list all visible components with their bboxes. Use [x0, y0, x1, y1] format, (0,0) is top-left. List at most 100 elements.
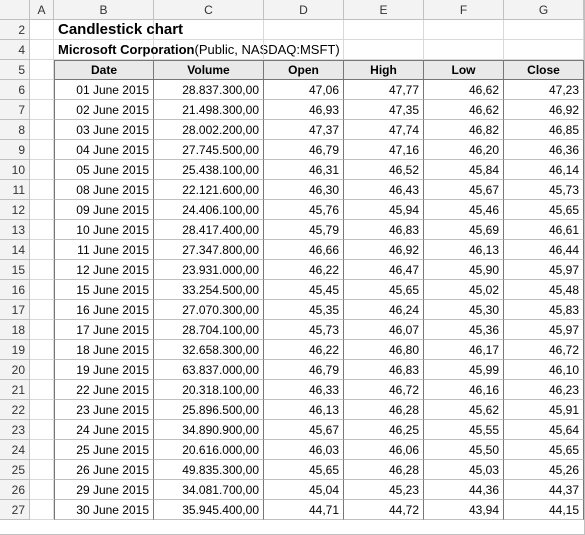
column-header-B[interactable]: B: [54, 0, 154, 20]
cell-blank[interactable]: [424, 20, 504, 40]
cell-blank[interactable]: [30, 500, 54, 520]
data-cell[interactable]: 20.616.000,00: [154, 440, 264, 460]
data-cell[interactable]: 20.318.100,00: [154, 380, 264, 400]
data-cell[interactable]: 27.745.500,00: [154, 140, 264, 160]
data-cell[interactable]: 02 June 2015: [54, 100, 154, 120]
row-header-8[interactable]: 8: [0, 120, 30, 140]
row-header-22[interactable]: 22: [0, 400, 30, 420]
data-cell[interactable]: 34.890.900,00: [154, 420, 264, 440]
data-cell[interactable]: 45,65: [264, 460, 344, 480]
data-cell[interactable]: 46,28: [344, 400, 424, 420]
data-cell[interactable]: 45,67: [264, 420, 344, 440]
data-cell[interactable]: 46,72: [504, 340, 584, 360]
data-cell[interactable]: 45,65: [344, 280, 424, 300]
data-cell[interactable]: 30 June 2015: [54, 500, 154, 520]
row-header-11[interactable]: 11: [0, 180, 30, 200]
row-header-10[interactable]: 10: [0, 160, 30, 180]
cell-blank[interactable]: [504, 20, 584, 40]
data-cell[interactable]: 46,44: [504, 240, 584, 260]
row-header-19[interactable]: 19: [0, 340, 30, 360]
data-cell[interactable]: 45,46: [424, 200, 504, 220]
data-cell[interactable]: 46,61: [504, 220, 584, 240]
data-cell[interactable]: 45,76: [264, 200, 344, 220]
data-cell[interactable]: 29 June 2015: [54, 480, 154, 500]
data-cell[interactable]: 12 June 2015: [54, 260, 154, 280]
cell-blank[interactable]: [30, 400, 54, 420]
data-cell[interactable]: 45,73: [504, 180, 584, 200]
data-cell[interactable]: 45,65: [504, 440, 584, 460]
row-header-12[interactable]: 12: [0, 200, 30, 220]
data-cell[interactable]: 46,47: [344, 260, 424, 280]
data-cell[interactable]: 46,80: [344, 340, 424, 360]
data-cell[interactable]: 47,35: [344, 100, 424, 120]
cell-blank[interactable]: [30, 100, 54, 120]
data-cell[interactable]: 46,03: [264, 440, 344, 460]
data-cell[interactable]: 22 June 2015: [54, 380, 154, 400]
data-cell[interactable]: 35.945.400,00: [154, 500, 264, 520]
data-cell[interactable]: 45,30: [424, 300, 504, 320]
data-cell[interactable]: 46,22: [264, 260, 344, 280]
data-cell[interactable]: 46,13: [264, 400, 344, 420]
cell-blank[interactable]: [154, 20, 264, 40]
data-cell[interactable]: 47,74: [344, 120, 424, 140]
cell-blank[interactable]: [30, 240, 54, 260]
row-header-26[interactable]: 26: [0, 480, 30, 500]
data-cell[interactable]: 46,82: [424, 120, 504, 140]
spreadsheet-grid[interactable]: ABCDEFG2Candlestick chart4Microsoft Corp…: [0, 0, 584, 520]
data-cell[interactable]: 22.121.600,00: [154, 180, 264, 200]
data-cell[interactable]: 46,66: [264, 240, 344, 260]
cell-blank[interactable]: [344, 20, 424, 40]
subtitle-cell[interactable]: Microsoft Corporation (Public, NASDAQ:MS…: [54, 40, 154, 60]
table-header-volume[interactable]: Volume: [154, 60, 264, 80]
cell-blank[interactable]: [30, 120, 54, 140]
data-cell[interactable]: 44,72: [344, 500, 424, 520]
row-header-25[interactable]: 25: [0, 460, 30, 480]
cell-blank[interactable]: [30, 160, 54, 180]
data-cell[interactable]: 23.931.000,00: [154, 260, 264, 280]
data-cell[interactable]: 03 June 2015: [54, 120, 154, 140]
data-cell[interactable]: 32.658.300,00: [154, 340, 264, 360]
data-cell[interactable]: 45,99: [424, 360, 504, 380]
data-cell[interactable]: 46,10: [504, 360, 584, 380]
column-header-A[interactable]: A: [30, 0, 54, 20]
data-cell[interactable]: 45,26: [504, 460, 584, 480]
data-cell[interactable]: 45,94: [344, 200, 424, 220]
data-cell[interactable]: 45,97: [504, 320, 584, 340]
row-header-13[interactable]: 13: [0, 220, 30, 240]
data-cell[interactable]: 44,71: [264, 500, 344, 520]
data-cell[interactable]: 46,20: [424, 140, 504, 160]
data-cell[interactable]: 43,94: [424, 500, 504, 520]
data-cell[interactable]: 44,36: [424, 480, 504, 500]
data-cell[interactable]: 44,15: [504, 500, 584, 520]
data-cell[interactable]: 26 June 2015: [54, 460, 154, 480]
data-cell[interactable]: 11 June 2015: [54, 240, 154, 260]
cell-blank[interactable]: [30, 480, 54, 500]
row-header-16[interactable]: 16: [0, 280, 30, 300]
data-cell[interactable]: 45,35: [264, 300, 344, 320]
table-header-date[interactable]: Date: [54, 60, 154, 80]
column-header-F[interactable]: F: [424, 0, 504, 20]
row-header-20[interactable]: 20: [0, 360, 30, 380]
row-header-6[interactable]: 6: [0, 80, 30, 100]
cell-blank[interactable]: [30, 340, 54, 360]
data-cell[interactable]: 45,79: [264, 220, 344, 240]
data-cell[interactable]: 46,85: [504, 120, 584, 140]
cell-blank[interactable]: [264, 40, 344, 60]
data-cell[interactable]: 45,64: [504, 420, 584, 440]
data-cell[interactable]: 45,50: [424, 440, 504, 460]
data-cell[interactable]: 15 June 2015: [54, 280, 154, 300]
row-header-18[interactable]: 18: [0, 320, 30, 340]
data-cell[interactable]: 46,43: [344, 180, 424, 200]
data-cell[interactable]: 45,83: [504, 300, 584, 320]
data-cell[interactable]: 45,55: [424, 420, 504, 440]
row-header-5[interactable]: 5: [0, 60, 30, 80]
data-cell[interactable]: 28.837.300,00: [154, 80, 264, 100]
row-header-24[interactable]: 24: [0, 440, 30, 460]
data-cell[interactable]: 17 June 2015: [54, 320, 154, 340]
cell-blank[interactable]: [424, 40, 504, 60]
column-header-C[interactable]: C: [154, 0, 264, 20]
cell-blank[interactable]: [30, 80, 54, 100]
data-cell[interactable]: 45,02: [424, 280, 504, 300]
data-cell[interactable]: 24.406.100,00: [154, 200, 264, 220]
data-cell[interactable]: 45,03: [424, 460, 504, 480]
